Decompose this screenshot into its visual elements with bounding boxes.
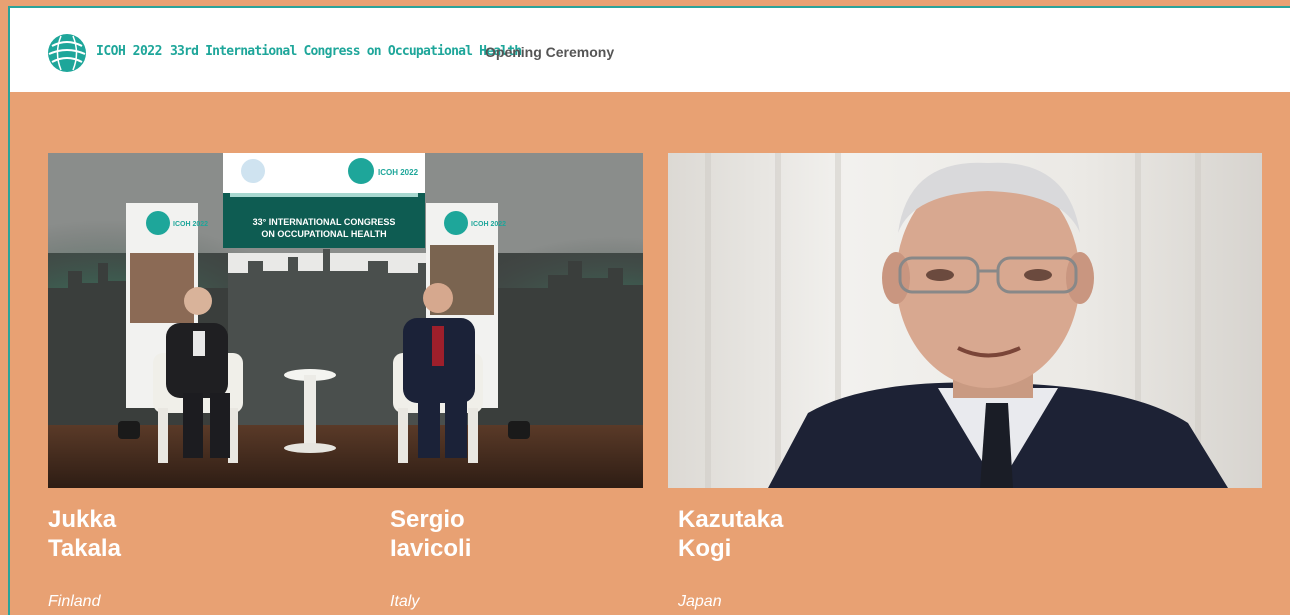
stage-screen-line1: 33° INTERNATIONAL CONGRESS [253, 217, 396, 227]
speaker-last-name-2: Iavicoli [390, 535, 472, 562]
speaker-last-name-3: Kogi [678, 535, 732, 562]
header-bar: ICOH 2022 33rd International Congress on… [10, 8, 1290, 92]
section-title: Opening Ceremony [485, 44, 615, 60]
speaker-first-name-3: Kazutaka [678, 506, 784, 533]
video-tile-remote [668, 153, 1262, 488]
speaker-country-3: Japan [678, 593, 722, 610]
congress-title: 33rd International Congress on Occupatio… [170, 44, 522, 59]
banner-left-label: ICOH 2022 [173, 221, 208, 228]
speaker-last-name-1: Takala [48, 535, 121, 562]
speaker-name-2: Sergio Iavicoli [390, 505, 471, 563]
speaker-name-1: Jukka Takala [48, 505, 121, 563]
stage-screen-logo: ICOH 2022 [378, 168, 419, 177]
speaker-first-name-1: Jukka [48, 506, 117, 533]
presentation-frame: ICOH 2022 33rd International Congress on… [8, 6, 1290, 615]
speaker-country-2: Italy [390, 593, 420, 610]
remote-speaker-scene [668, 153, 1262, 488]
banner-right-label: ICOH 2022 [471, 221, 506, 228]
speaker-first-name-2: Sergio [390, 506, 465, 533]
video-tile-stage: 33° INTERNATIONAL CONGRESS ON OCCUPATION… [48, 153, 643, 488]
speaker-country-1: Finland [48, 593, 101, 610]
brand-label: ICOH 2022 [96, 44, 162, 59]
stage-screen-line2: ON OCCUPATIONAL HEALTH [261, 229, 386, 239]
speaker-name-3: Kazutaka Kogi [678, 505, 783, 563]
stage-scene: 33° INTERNATIONAL CONGRESS ON OCCUPATION… [48, 153, 643, 488]
globe-logo-icon [48, 34, 86, 72]
